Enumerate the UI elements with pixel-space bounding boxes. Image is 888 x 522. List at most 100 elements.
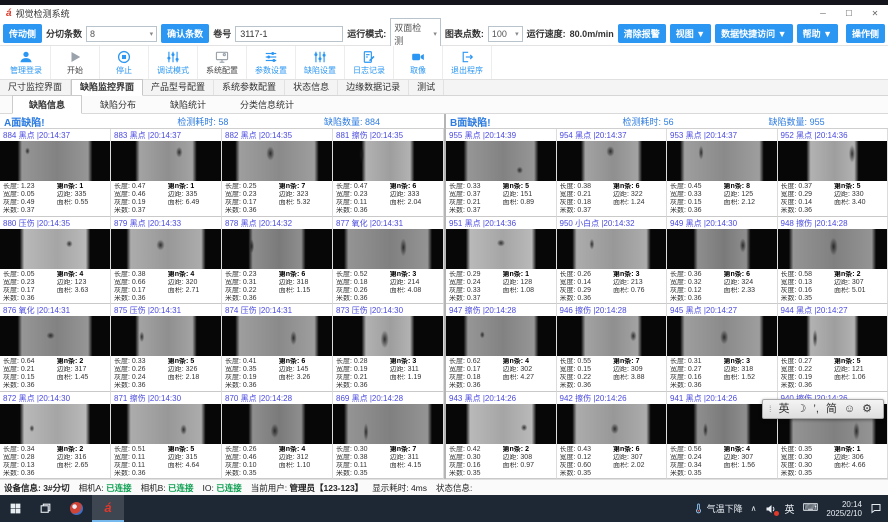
toolbar-defect-settings-button[interactable]: 缺陷设置 [296, 46, 345, 79]
defect-cell[interactable]: 874 压伤 |20:14:31 长度: 0.41 宽度: 0.35 灰度: 0… [222, 304, 333, 392]
tab-test[interactable]: 测试 [409, 80, 444, 95]
defect-cell[interactable]: 884 黑点 |20:14:37 长度: 1.23 宽度: 0.05 灰度: 0… [0, 129, 111, 217]
task-view-button[interactable] [30, 495, 60, 522]
toolbar-exit-program-button[interactable]: 退出程序 [443, 46, 492, 79]
tray-expand-button[interactable]: ∧ [751, 504, 757, 513]
help-menu-button[interactable]: 帮助 ▼ [797, 24, 838, 43]
defect-cell[interactable]: 869 黑点 |20:14:28 长度: 0.30 宽度: 0.38 灰度: 0… [333, 392, 444, 480]
sliders-h-icon [264, 50, 278, 64]
defect-cell-header: 955 黑点 |20:14:39 [446, 129, 556, 141]
run-mode-select[interactable]: 双面检测 ▾ [390, 18, 441, 50]
toolbar-capture-button[interactable]: 取像 [394, 46, 443, 79]
defect-cell[interactable]: 876 氧化 |20:14:31 长度: 0.64 宽度: 0.21 灰度: 0… [0, 304, 111, 392]
tab-defect-monitor[interactable]: 缺陷监控界面 [71, 79, 143, 96]
minimize-button[interactable]: ─ [810, 5, 836, 22]
tab-product-config[interactable]: 产品型号配置 [143, 80, 214, 95]
toolbar-stop-button[interactable]: 停止 [100, 46, 149, 79]
defect-cell[interactable]: 941 黑点 |20:14:26 长度: 0.56 宽度: 0.24 灰度: 0… [667, 392, 778, 480]
tab-status-info[interactable]: 状态信息 [285, 80, 338, 95]
action-center-button[interactable] [870, 502, 882, 516]
tab-size-monitor[interactable]: 尺寸监控界面 [0, 80, 71, 95]
panel-b-header: B面缺陷! 检测耗时: 56 缺陷数量: 955 [446, 114, 888, 129]
chart-points-select[interactable]: 100 ▾ [488, 26, 523, 42]
start-button[interactable] [0, 495, 30, 522]
toolbar-param-settings-button[interactable]: 参数设置 [247, 46, 296, 79]
roll-number-input[interactable] [235, 26, 343, 42]
defect-cell-header: 951 黑点 |20:14:36 [446, 217, 556, 229]
defect-cell[interactable]: 949 黑点 |20:14:30 长度: 0.36 宽度: 0.32 灰度: 0… [667, 217, 778, 305]
toolbar-debug-mode-button[interactable]: 调试模式 [149, 46, 198, 79]
subtab-class-info-stats[interactable]: 分类信息统计 [224, 96, 310, 113]
defect-cell[interactable]: 873 压伤 |20:14:30 长度: 0.28 宽度: 0.19 灰度: 0… [333, 304, 444, 392]
operate-side-button[interactable]: 操作侧 [846, 24, 885, 43]
defect-cell[interactable]: 952 黑点 |20:14:36 长度: 0.37 宽度: 0.29 灰度: 0… [778, 129, 888, 217]
defect-cell[interactable]: 954 黑点 |20:14:37 长度: 0.38 宽度: 0.21 灰度: 0… [557, 129, 668, 217]
tab-edge-data-record[interactable]: 边缘数据记录 [338, 80, 409, 95]
defect-cell-meta: 长度: 0.36 宽度: 0.32 灰度: 0.12 米数: 0.36 第n条:… [667, 269, 777, 304]
defect-cell[interactable]: 950 小白点 |20:14:32 长度: 0.26 宽度: 0.14 灰度: … [557, 217, 668, 305]
defect-cell-meta: 长度: 0.43 宽度: 0.12 灰度: 0.60 米数: 0.35 第n条:… [557, 444, 667, 479]
defect-cell[interactable]: 951 黑点 |20:14:36 长度: 0.29 宽度: 0.24 灰度: 0… [446, 217, 557, 305]
defect-cell[interactable]: 875 压伤 |20:14:31 长度: 0.33 宽度: 0.26 灰度: 0… [111, 304, 222, 392]
toolbar-log-record-button[interactable]: 日志记录 [345, 46, 394, 79]
defect-cell[interactable]: 946 擦伤 |20:14:28 长度: 0.55 宽度: 0.15 灰度: 0… [557, 304, 668, 392]
volume-button[interactable] [765, 503, 777, 515]
slit-count-select[interactable]: 8 ▾ [86, 26, 157, 42]
taskbar-app-icon[interactable] [60, 495, 92, 522]
drive-side-button[interactable]: 传动侧 [3, 24, 42, 43]
defect-cell[interactable]: 883 黑点 |20:14:37 长度: 0.47 宽度: 0.46 灰度: 0… [111, 129, 222, 217]
defect-cell[interactable]: 871 擦伤 |20:14:30 长度: 0.51 宽度: 0.11 灰度: 0… [111, 392, 222, 480]
defect-cell[interactable]: 881 擦伤 |20:14:35 长度: 0.47 宽度: 0.23 灰度: 0… [333, 129, 444, 217]
defect-cell-header: 950 小白点 |20:14:32 [557, 217, 667, 229]
clock-widget[interactable]: 20:14 2025/2/10 [826, 500, 862, 518]
subtab-defect-stats[interactable]: 缺陷统计 [154, 96, 222, 113]
defect-cell[interactable]: 872 黑点 |20:14:30 长度: 0.34 宽度: 0.28 灰度: 0… [0, 392, 111, 480]
defect-cell[interactable]: 882 黑点 |20:14:35 长度: 0.25 宽度: 0.23 灰度: 0… [222, 129, 333, 217]
defect-cell[interactable]: 943 黑点 |20:14:26 长度: 0.42 宽度: 0.30 灰度: 0… [446, 392, 557, 480]
punctuation-toggle[interactable]: ’, [813, 400, 819, 418]
close-button[interactable]: ✕ [862, 5, 888, 22]
defect-cell-header: 943 黑点 |20:14:26 [446, 392, 556, 404]
subtab-defect-distribution[interactable]: 缺陷分布 [84, 96, 152, 113]
maximize-button[interactable]: ☐ [836, 5, 862, 22]
emoji-icon[interactable]: ☺ [844, 400, 855, 418]
defect-cell[interactable]: 877 氧化 |20:14:31 长度: 0.52 宽度: 0.18 灰度: 0… [333, 217, 444, 305]
defect-cell[interactable]: 942 擦伤 |20:14:26 长度: 0.43 宽度: 0.12 灰度: 0… [557, 392, 668, 480]
defect-cell[interactable]: 870 黑点 |20:14:28 长度: 0.26 宽度: 0.46 灰度: 0… [222, 392, 333, 480]
gear-icon[interactable]: ⚙ [862, 400, 872, 418]
taskbar-app-inspection-active[interactable]: á [92, 495, 124, 522]
display-time: 显示耗时: 4ms [372, 482, 427, 494]
defect-cell-meta: 长度: 0.23 宽度: 0.31 灰度: 0.22 米数: 0.36 第n条:… [222, 269, 332, 304]
quick-data-menu-button[interactable]: 数据快捷访问 ▼ [715, 24, 792, 43]
keyboard-icon[interactable]: ⌨ [803, 503, 819, 514]
defect-cell[interactable]: 945 黑点 |20:14:27 长度: 0.31 宽度: 0.27 灰度: 0… [667, 304, 778, 392]
defect-cell-header: 879 黑点 |20:14:33 [111, 217, 221, 229]
defect-image [446, 316, 556, 356]
defect-cell-header: 877 氧化 |20:14:31 [333, 217, 443, 229]
defect-cell[interactable]: 878 黑点 |20:14:32 长度: 0.23 宽度: 0.31 灰度: 0… [222, 217, 333, 305]
view-menu-button[interactable]: 视图 ▼ [670, 24, 711, 43]
defect-cell[interactable]: 953 黑点 |20:14:37 长度: 0.45 宽度: 0.33 灰度: 0… [667, 129, 778, 217]
clear-alarm-button[interactable]: 清除报警 [618, 24, 666, 43]
toolbar-system-config-button[interactable]: 系统配置 [198, 46, 247, 79]
tab-system-params[interactable]: 系统参数配置 [214, 80, 285, 95]
moon-icon[interactable]: ☽ [797, 400, 807, 418]
defect-cell[interactable]: 947 擦伤 |20:14:28 长度: 0.62 宽度: 0.17 灰度: 0… [446, 304, 557, 392]
defect-cell[interactable]: 955 黑点 |20:14:39 长度: 0.33 宽度: 0.37 灰度: 0… [446, 129, 557, 217]
ime-language-button[interactable]: 英 [785, 501, 795, 516]
toolbar-start-button[interactable]: 开始 [51, 46, 100, 79]
ime-english-toggle[interactable]: 英 [779, 400, 790, 418]
defect-image [0, 404, 110, 444]
defect-cell[interactable]: 944 黑点 |20:14:27 长度: 0.27 宽度: 0.22 灰度: 0… [778, 304, 888, 392]
defect-cell[interactable]: 879 黑点 |20:14:33 长度: 0.38 宽度: 0.66 灰度: 0… [111, 217, 222, 305]
weather-widget[interactable]: 气温下降 [693, 502, 743, 515]
confirm-count-button[interactable]: 确认条数 [161, 24, 209, 43]
defect-cell[interactable]: 948 擦伤 |20:14:28 长度: 0.58 宽度: 0.13 灰度: 0… [778, 217, 888, 305]
defect-cell-header: 941 黑点 |20:14:26 [667, 392, 777, 404]
subtab-defect-info[interactable]: 缺陷信息 [12, 95, 82, 114]
toolbar-admin-login-button[interactable]: 管理登录 [2, 46, 51, 79]
drag-handle-icon[interactable]: ⁞ [769, 404, 772, 414]
ime-simplified-toggle[interactable]: 简 [826, 400, 837, 418]
defect-cell[interactable]: 880 压伤 |20:14:35 长度: 0.05 宽度: 0.23 灰度: 0… [0, 217, 111, 305]
defect-cell-header: 952 黑点 |20:14:36 [778, 129, 888, 141]
